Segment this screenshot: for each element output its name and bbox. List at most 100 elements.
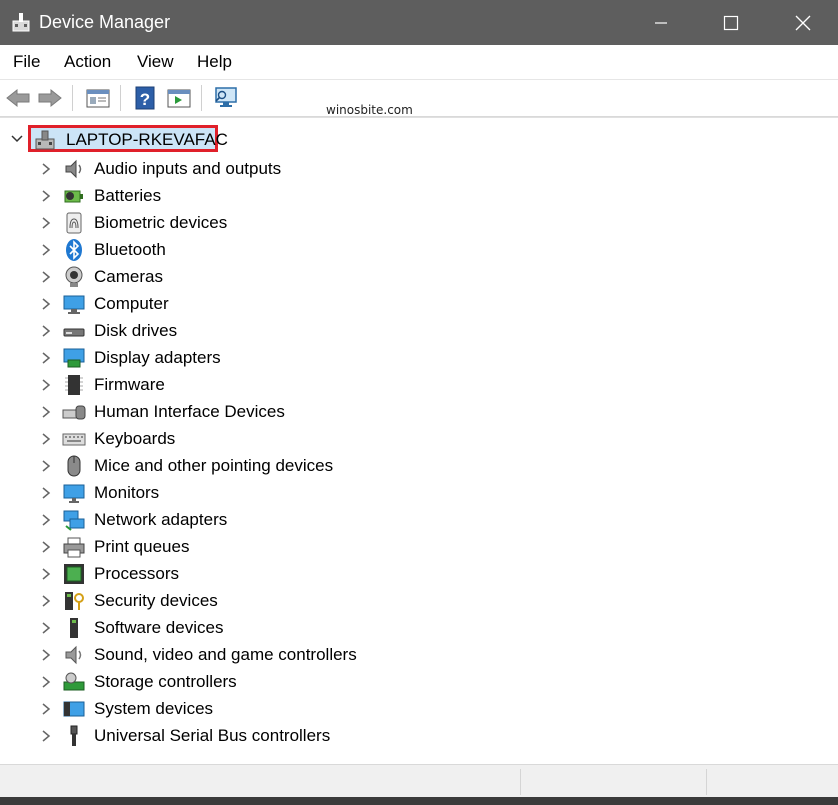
- security-device-icon: [65, 592, 84, 610]
- tree-node-label: Computer: [94, 294, 169, 313]
- tree-node[interactable]: Computer: [0, 290, 838, 317]
- run-icon: [167, 89, 191, 108]
- chevron-right-icon[interactable]: [40, 216, 52, 230]
- tree-node[interactable]: Keyboards: [0, 425, 838, 452]
- status-bar: [0, 764, 838, 798]
- chevron-right-icon[interactable]: [40, 243, 52, 257]
- tree-node[interactable]: Audio inputs and outputs: [0, 155, 838, 182]
- software-device-icon: [70, 618, 78, 638]
- battery-icon: [64, 190, 83, 203]
- chevron-right-icon[interactable]: [40, 324, 52, 338]
- tree-node-label: Cameras: [94, 267, 163, 286]
- tree-node-label: Biometric devices: [94, 213, 228, 232]
- device-manager-app-icon: [12, 13, 30, 32]
- back-button[interactable]: [4, 84, 32, 112]
- chevron-right-icon[interactable]: [40, 270, 52, 284]
- tree-node[interactable]: Monitors: [0, 479, 838, 506]
- chevron-right-icon[interactable]: [40, 540, 52, 554]
- minimize-icon: [655, 21, 667, 24]
- chevron-right-icon[interactable]: [40, 648, 52, 662]
- tree-node-label: Sound, video and game controllers: [94, 645, 357, 664]
- mouse-icon: [67, 455, 81, 477]
- properties-icon: [86, 89, 110, 108]
- help-button[interactable]: ?: [131, 84, 159, 112]
- menu-view[interactable]: View: [135, 45, 176, 79]
- chevron-right-icon[interactable]: [40, 459, 52, 473]
- scan-hardware-button[interactable]: [212, 84, 240, 112]
- tree-node[interactable]: Display adapters: [0, 344, 838, 371]
- chevron-right-icon[interactable]: [40, 378, 52, 392]
- tree-node[interactable]: Processors: [0, 560, 838, 587]
- desktop-strip: [0, 797, 838, 805]
- computer-tower-icon: [35, 130, 55, 150]
- tree-node[interactable]: Universal Serial Bus controllers: [0, 722, 838, 749]
- chevron-right-icon[interactable]: [40, 675, 52, 689]
- tree-node[interactable]: Biometric devices: [0, 209, 838, 236]
- close-button[interactable]: [768, 0, 838, 45]
- help-icon: ?: [135, 86, 155, 110]
- tree-node-label: Display adapters: [94, 348, 221, 367]
- toolbar: ? winosbite.com: [0, 80, 838, 117]
- tree-node-label: Mice and other pointing devices: [94, 456, 334, 475]
- tree-node[interactable]: Print queues: [0, 533, 838, 560]
- tree-node[interactable]: Batteries: [0, 182, 838, 209]
- chevron-right-icon[interactable]: [40, 567, 52, 581]
- chevron-right-icon[interactable]: [40, 621, 52, 635]
- toolbar-separator: [72, 85, 73, 111]
- monitor-icon: [63, 484, 85, 503]
- tree-node[interactable]: Bluetooth: [0, 236, 838, 263]
- tree-node-label: Security devices: [94, 591, 218, 610]
- tree-node[interactable]: Storage controllers: [0, 668, 838, 695]
- menu-help[interactable]: Help: [195, 45, 234, 79]
- tree-node[interactable]: Network adapters: [0, 506, 838, 533]
- tree-node[interactable]: Disk drives: [0, 317, 838, 344]
- chevron-right-icon[interactable]: [40, 486, 52, 500]
- chevron-right-icon[interactable]: [40, 405, 52, 419]
- menu-action[interactable]: Action: [62, 45, 113, 79]
- chevron-right-icon[interactable]: [40, 162, 52, 176]
- menu-file[interactable]: File: [11, 45, 42, 79]
- menu-bar: File Action View Help: [0, 45, 838, 80]
- printer-icon: [63, 537, 85, 558]
- usb-icon: [70, 725, 78, 746]
- system-device-icon: [63, 701, 85, 717]
- storage-controller-icon: [63, 672, 85, 691]
- tree-node[interactable]: Software devices: [0, 614, 838, 641]
- chevron-right-icon[interactable]: [40, 513, 52, 527]
- tree-node[interactable]: Security devices: [0, 587, 838, 614]
- hid-icon: [62, 405, 86, 420]
- chevron-right-icon[interactable]: [40, 729, 52, 743]
- display-adapter-icon: [63, 348, 85, 368]
- tree-node[interactable]: Cameras: [0, 263, 838, 290]
- tree-node-label: Print queues: [94, 537, 190, 556]
- tree-root[interactable]: LAPTOP-RKEVAFAC: [0, 125, 838, 153]
- tree-node[interactable]: Mice and other pointing devices: [0, 452, 838, 479]
- tree-node[interactable]: System devices: [0, 695, 838, 722]
- run-button[interactable]: [165, 84, 193, 112]
- minimize-button[interactable]: [626, 0, 696, 45]
- disk-drive-icon: [63, 328, 85, 337]
- tree-node-label: Batteries: [94, 186, 162, 205]
- chevron-right-icon[interactable]: [40, 297, 52, 311]
- close-icon: [795, 15, 811, 30]
- tree-node[interactable]: Human Interface Devices: [0, 398, 838, 425]
- tree-node[interactable]: Sound, video and game controllers: [0, 641, 838, 668]
- device-tree: LAPTOP-RKEVAFAC Audio inputs and outputs…: [0, 117, 838, 765]
- fingerprint-icon: [66, 212, 82, 234]
- chevron-right-icon[interactable]: [40, 189, 52, 203]
- svg-text:?: ?: [140, 90, 150, 109]
- tree-node[interactable]: Firmware: [0, 371, 838, 398]
- forward-button[interactable]: [36, 84, 64, 112]
- properties-button[interactable]: [84, 84, 112, 112]
- forward-arrow-icon: [38, 88, 62, 108]
- tree-node-label: Audio inputs and outputs: [94, 159, 282, 178]
- chevron-right-icon[interactable]: [40, 594, 52, 608]
- chevron-right-icon[interactable]: [40, 432, 52, 446]
- firmware-icon: [65, 375, 83, 395]
- chevron-right-icon[interactable]: [40, 702, 52, 716]
- chevron-down-icon[interactable]: [10, 132, 24, 146]
- maximize-button[interactable]: [696, 0, 766, 45]
- chevron-right-icon[interactable]: [40, 351, 52, 365]
- tree-node-label: Keyboards: [94, 429, 176, 448]
- tree-node-label: Processors: [94, 564, 180, 583]
